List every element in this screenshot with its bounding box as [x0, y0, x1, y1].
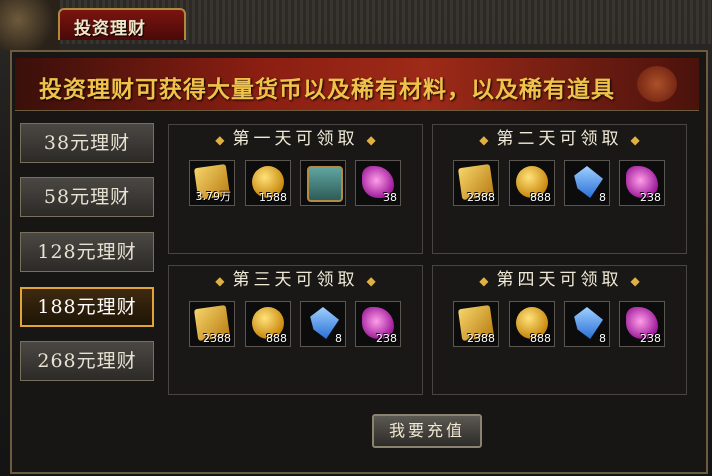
item-qty: 8: [599, 191, 606, 204]
reward-slot[interactable]: 8: [564, 160, 610, 206]
tab-268[interactable]: 268元理财: [20, 341, 154, 381]
recharge-button[interactable]: 我要充值: [372, 414, 482, 448]
day-4-box: ◆ 第四天可领取 ◆ 2388 888 8 238: [432, 265, 687, 395]
diamond-icon: ◆: [215, 133, 225, 147]
day-3-box: ◆ 第三天可领取 ◆ 2388 888 8 238: [168, 265, 423, 395]
day-2-title: 第二天可领取: [496, 129, 623, 149]
seal-icon: [637, 66, 677, 102]
promo-banner: 投资理财可获得大量货币以及稀有材料，以及稀有道具: [15, 58, 699, 111]
banner-text: 投资理财可获得大量货币以及稀有材料，以及稀有道具: [39, 77, 615, 103]
item-qty: 238: [640, 332, 661, 345]
reward-slot[interactable]: [300, 160, 346, 206]
dragon-ornament: [0, 0, 60, 50]
reward-slot[interactable]: 8: [564, 301, 610, 347]
reward-slot[interactable]: 2388: [189, 301, 235, 347]
day-1-header: ◆ 第一天可领取 ◆: [169, 125, 422, 153]
day-3-header: ◆ 第三天可领取 ◆: [169, 266, 422, 294]
tab-128[interactable]: 128元理财: [20, 232, 154, 272]
day-2-box: ◆ 第二天可领取 ◆ 2388 888 8 238: [432, 124, 687, 254]
tab-58[interactable]: 58元理财: [20, 177, 154, 217]
day-2-header: ◆ 第二天可领取 ◆: [433, 125, 686, 153]
item-qty: 238: [640, 191, 661, 204]
diamond-icon: ◆: [630, 274, 640, 288]
diamond-icon: ◆: [215, 274, 225, 288]
diamond-icon: ◆: [366, 133, 376, 147]
item-qty: 2388: [467, 332, 495, 345]
item-qty: 8: [335, 332, 342, 345]
reward-slot[interactable]: 238: [619, 160, 665, 206]
diamond-icon: ◆: [479, 133, 489, 147]
reward-slot[interactable]: 8: [300, 301, 346, 347]
day-3-title: 第三天可领取: [232, 270, 359, 290]
item-qty: 2388: [467, 191, 495, 204]
reward-slot[interactable]: 1588: [245, 160, 291, 206]
reward-slot[interactable]: 2388: [453, 301, 499, 347]
reward-slot[interactable]: 2388: [453, 160, 499, 206]
day-4-header: ◆ 第四天可领取 ◆: [433, 266, 686, 294]
diamond-icon: ◆: [479, 274, 489, 288]
reward-slot[interactable]: 3.79万: [189, 160, 235, 206]
item-qty: 888: [530, 191, 551, 204]
item-qty: 888: [530, 332, 551, 345]
treasure-chest-icon: [307, 166, 343, 202]
window-title-tab: 投资理财: [58, 8, 186, 40]
tab-188[interactable]: 188元理财: [20, 287, 154, 327]
reward-slot[interactable]: 238: [355, 301, 401, 347]
reward-slot[interactable]: 238: [619, 301, 665, 347]
item-qty: 38: [383, 191, 397, 204]
diamond-icon: ◆: [630, 133, 640, 147]
diamond-icon: ◆: [366, 274, 376, 288]
item-qty: 238: [376, 332, 397, 345]
tab-38[interactable]: 38元理财: [20, 123, 154, 163]
reward-slot[interactable]: 888: [245, 301, 291, 347]
reward-slot[interactable]: 38: [355, 160, 401, 206]
day-4-title: 第四天可领取: [496, 270, 623, 290]
window-title: 投资理财: [74, 19, 146, 39]
item-qty: 888: [266, 332, 287, 345]
item-qty: 8: [599, 332, 606, 345]
reward-slot[interactable]: 888: [509, 160, 555, 206]
day-1-box: ◆ 第一天可领取 ◆ 3.79万 1588 38: [168, 124, 423, 254]
item-qty: 3.79万: [195, 190, 232, 203]
item-qty: 2388: [203, 332, 231, 345]
item-qty: 1588: [259, 191, 287, 204]
reward-slot[interactable]: 888: [509, 301, 555, 347]
day-1-title: 第一天可领取: [232, 129, 359, 149]
